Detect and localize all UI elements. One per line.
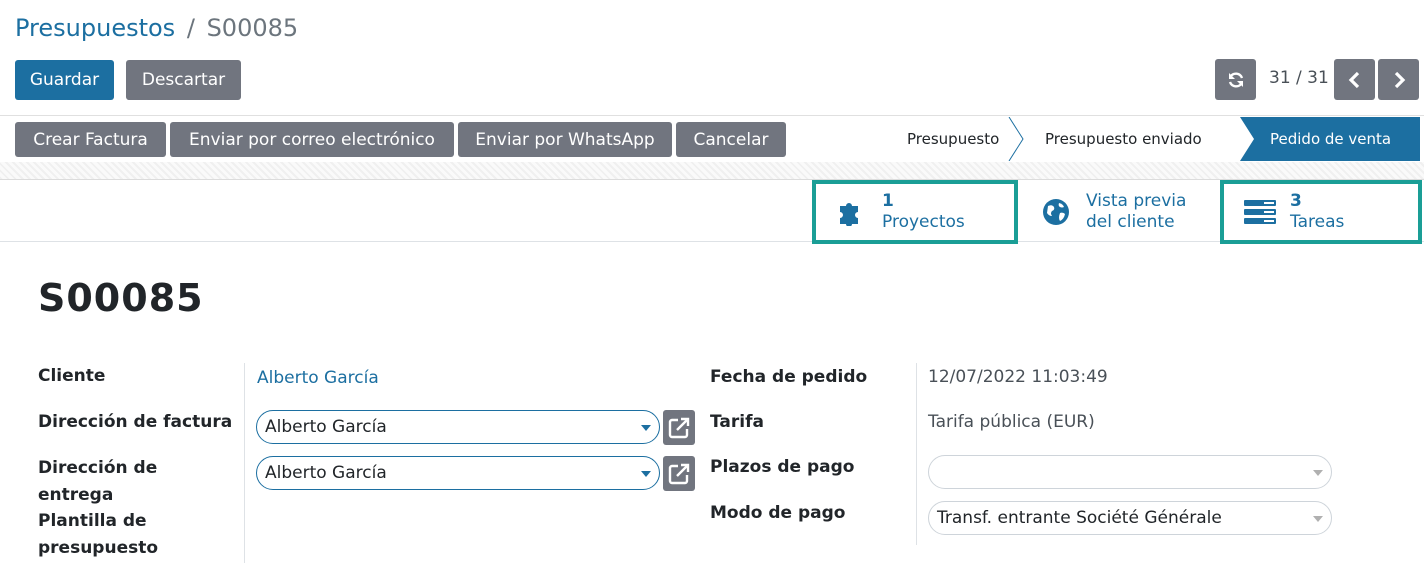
status-step-quotation-sent[interactable]: Presupuesto enviado — [1027, 117, 1240, 161]
preview-line2: del cliente — [1086, 212, 1175, 232]
refresh-button[interactable] — [1215, 59, 1256, 100]
send-whatsapp-button[interactable]: Enviar por WhatsApp — [458, 122, 672, 157]
invoice-address-open-button[interactable] — [663, 410, 695, 445]
breadcrumb-current: S00085 — [206, 14, 299, 42]
customer-link[interactable]: Alberto García — [257, 368, 379, 388]
status-bar: Presupuesto Presupuesto enviado Pedido d… — [881, 117, 1420, 161]
projects-label: Proyectos — [882, 212, 965, 232]
chevron-down-icon — [641, 425, 651, 431]
right-group-divider — [916, 363, 917, 545]
cancel-button[interactable]: Cancelar — [676, 122, 786, 157]
chevron-left-icon — [1348, 71, 1359, 88]
order-date-label: Fecha de pedido — [710, 367, 868, 387]
delivery-address-label-line1: Dirección de — [38, 458, 158, 478]
record-title: S00085 — [38, 276, 204, 320]
payment-mode-label: Modo de pago — [710, 503, 846, 523]
status-step-label: Presupuesto — [907, 130, 1000, 148]
pager-previous-button[interactable] — [1334, 59, 1375, 100]
refresh-icon — [1228, 71, 1243, 88]
status-step-quotation[interactable]: Presupuesto — [881, 117, 1027, 161]
delivery-address-open-button[interactable] — [663, 456, 695, 491]
tasks-count: 3 — [1290, 191, 1302, 211]
delivery-address-label-line2: entrega — [38, 485, 114, 505]
customer-label: Cliente — [38, 366, 106, 386]
quote-template-label-line1: Plantilla de — [38, 511, 147, 531]
save-button[interactable]: Guardar — [15, 60, 114, 100]
invoice-address-label: Dirección de factura — [38, 412, 233, 432]
delivery-address-value: Alberto García — [265, 463, 387, 483]
invoice-address-value: Alberto García — [265, 417, 387, 437]
status-step-arrow-notch — [1240, 117, 1254, 161]
button-box-divider — [0, 241, 1424, 242]
breadcrumb-parent-link[interactable]: Presupuestos — [15, 14, 175, 42]
breadcrumb: Presupuestos / S00085 — [15, 14, 298, 42]
pricelist-label: Tarifa — [710, 412, 764, 432]
status-step-separator — [1008, 117, 1024, 161]
status-step-label: Pedido de venta — [1270, 130, 1392, 148]
sheet-background — [0, 162, 1424, 180]
order-date-value[interactable]: 12/07/2022 11:03:49 — [928, 367, 1108, 387]
payment-terms-label: Plazos de pago — [710, 457, 855, 477]
globe-icon — [1043, 199, 1069, 225]
pager-next-button[interactable] — [1378, 59, 1419, 100]
invoice-address-select[interactable]: Alberto García — [256, 410, 660, 444]
preview-line1: Vista previa — [1086, 191, 1187, 211]
send-email-button[interactable]: Enviar por correo electrónico — [170, 122, 454, 157]
pricelist-value: Tarifa pública (EUR) — [928, 412, 1095, 432]
external-link-icon — [668, 417, 690, 438]
discard-button[interactable]: Descartar — [126, 60, 241, 100]
payment-mode-value: Transf. entrante Société Générale — [937, 508, 1222, 528]
payment-terms-select[interactable] — [928, 455, 1332, 489]
quote-template-label: Plantilla de presupuesto — [38, 508, 158, 562]
control-panel-divider — [0, 115, 1424, 116]
projects-count: 1 — [882, 191, 894, 211]
chevron-down-icon — [1313, 470, 1323, 476]
puzzle-icon — [840, 203, 858, 226]
status-step-sales-order[interactable]: Pedido de venta — [1240, 117, 1420, 161]
create-invoice-button[interactable]: Crear Factura — [15, 122, 166, 157]
left-group-divider — [244, 363, 245, 563]
external-link-icon — [668, 463, 690, 484]
quote-template-label-line2: presupuesto — [38, 538, 159, 558]
tasks-icon — [1244, 200, 1276, 224]
payment-mode-select[interactable]: Transf. entrante Société Générale — [928, 501, 1332, 535]
tasks-smart-button[interactable]: 3 Tareas — [1220, 180, 1422, 244]
projects-smart-button[interactable]: 1 Proyectos — [812, 180, 1018, 244]
breadcrumb-separator: / — [186, 14, 195, 42]
customer-preview-smart-button[interactable]: Vista previa del cliente — [1024, 183, 1214, 241]
chevron-down-icon — [1313, 516, 1323, 522]
pager-value[interactable]: 31 / 31 — [1269, 68, 1329, 88]
chevron-down-icon — [641, 471, 651, 477]
delivery-address-label: Dirección de entrega — [38, 455, 157, 509]
delivery-address-select[interactable]: Alberto García — [256, 456, 660, 490]
tasks-label: Tareas — [1290, 212, 1345, 232]
chevron-right-icon — [1394, 71, 1405, 88]
status-step-label: Presupuesto enviado — [1045, 130, 1202, 148]
